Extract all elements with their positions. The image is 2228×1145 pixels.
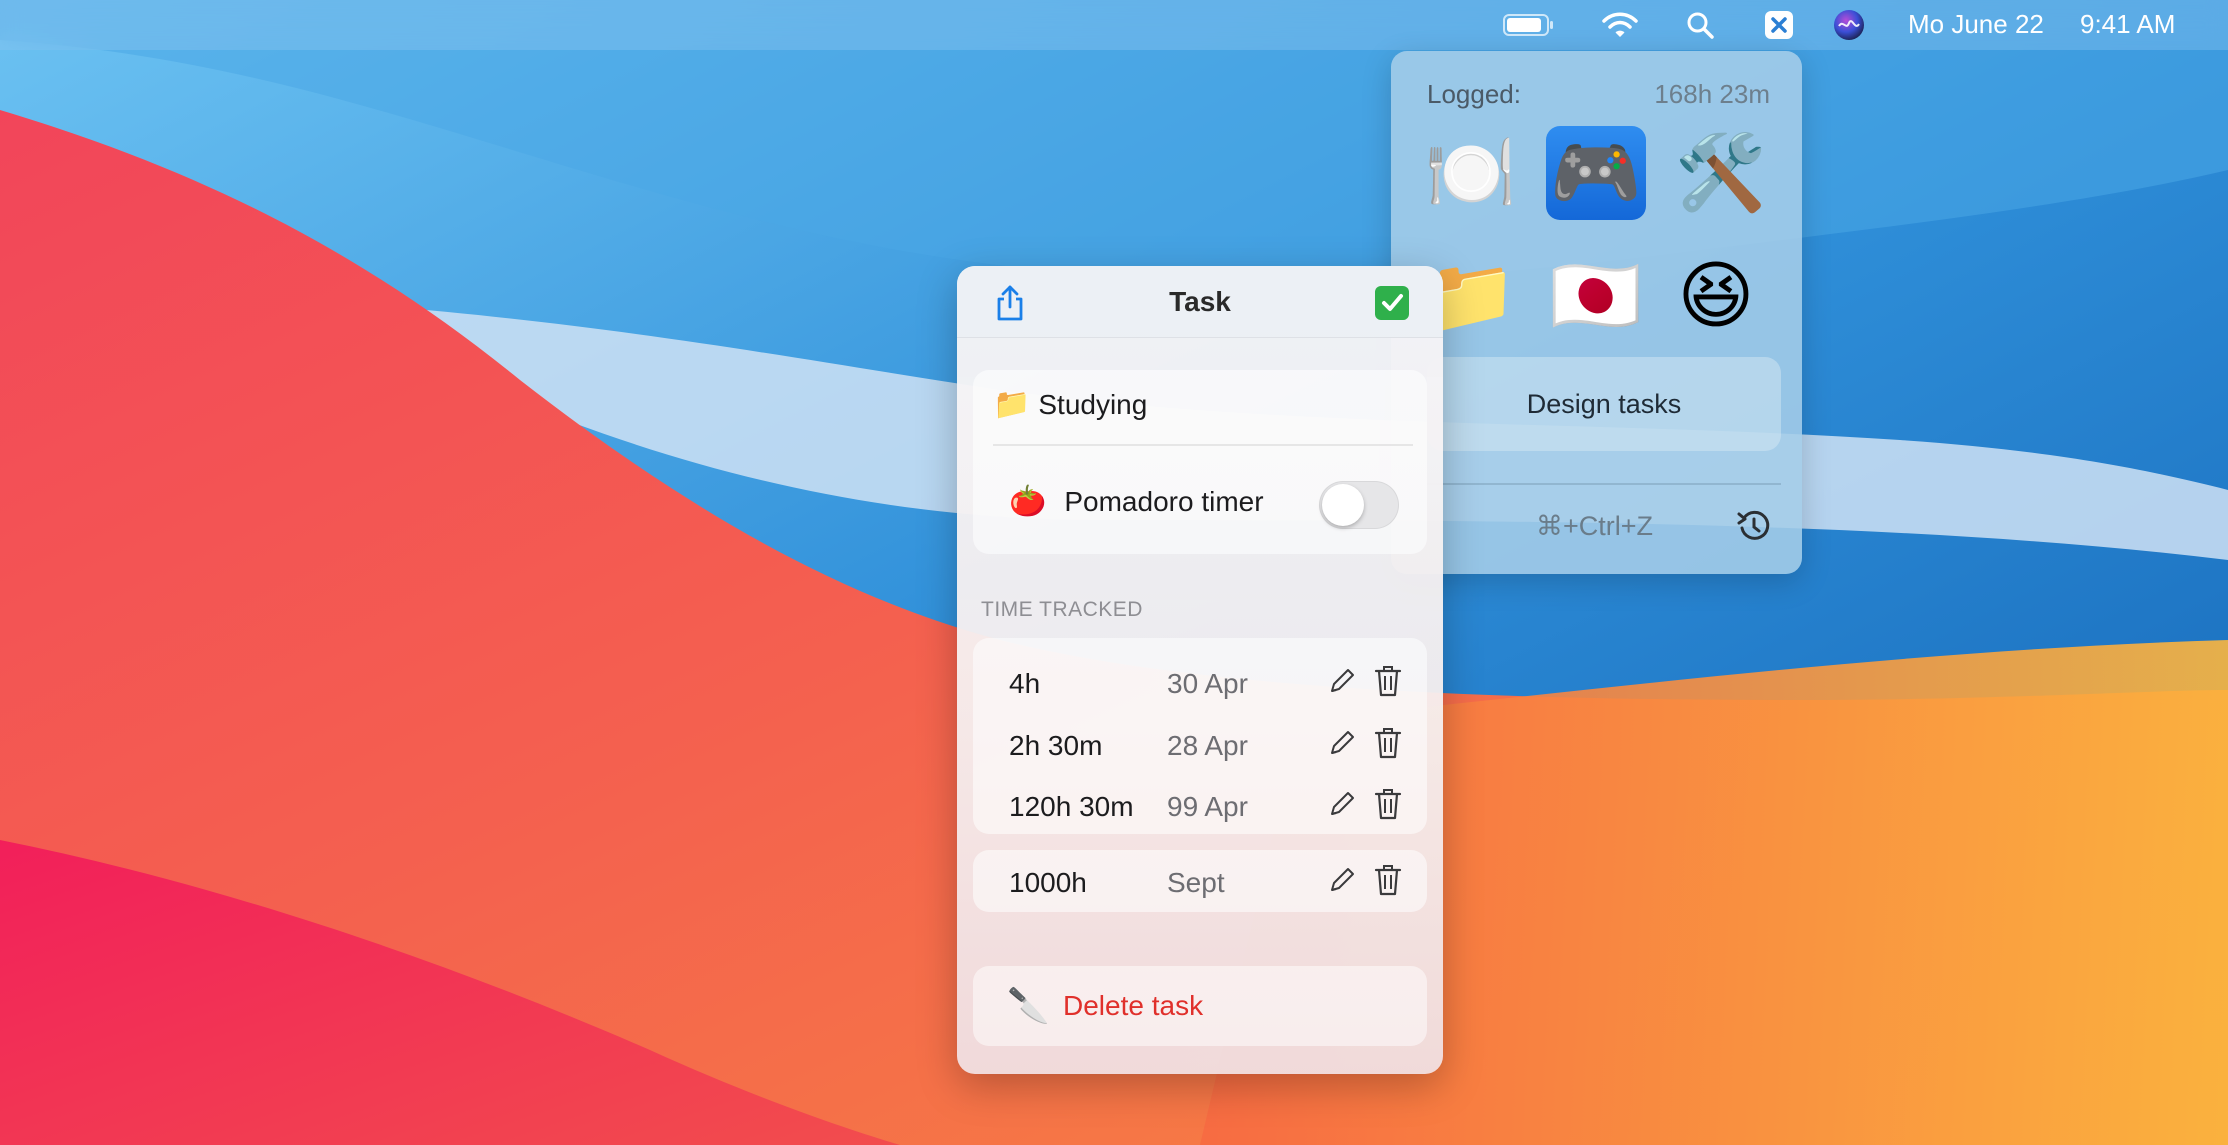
entry-date: Sept: [1167, 867, 1225, 898]
japan-flag-icon[interactable]: 🇯🇵: [1546, 249, 1646, 343]
menubar-date[interactable]: Mo June 22: [1908, 9, 2044, 40]
pencil-icon[interactable]: [1327, 666, 1357, 696]
logged-popover: Logged: 168h 23m 🍽️ 🎮 🛠️ 📁 🇯🇵 😆 Design t…: [1391, 51, 1802, 574]
entry-duration: 1000h: [1009, 867, 1087, 898]
menu-bar: Mo June 22 9:41 AM: [0, 0, 2228, 50]
pencil-icon[interactable]: [1327, 728, 1357, 758]
folder-name: Studying: [1038, 388, 1148, 420]
entry-date: 28 Apr: [1167, 730, 1248, 761]
section-title-time-tracked: TIME TRACKED: [981, 598, 1143, 621]
entry-date: 99 Apr: [1167, 791, 1248, 822]
search-icon[interactable]: [1682, 0, 1718, 50]
knife-icon: 🔪: [1007, 987, 1050, 1025]
trash-icon[interactable]: [1373, 664, 1403, 698]
time-entry-row: 1000h Sept: [957, 857, 1443, 907]
delete-task-button[interactable]: 🔪 Delete task: [973, 966, 1427, 1046]
history-icon[interactable]: [1736, 508, 1772, 544]
pencil-icon[interactable]: [1327, 789, 1357, 819]
pomodoro-toggle[interactable]: [1319, 481, 1399, 529]
tomato-icon: 🍅: [1009, 485, 1047, 518]
time-entry-row: 2h 30m 28 Apr: [957, 720, 1443, 770]
toggle-knob: [1322, 484, 1364, 526]
pencil-icon[interactable]: [1327, 865, 1357, 895]
menubar-time[interactable]: 9:41 AM: [2080, 9, 2175, 40]
trash-icon[interactable]: [1373, 863, 1403, 897]
trash-icon[interactable]: [1373, 726, 1403, 760]
task-title: Task: [1169, 286, 1231, 317]
fork-knife-plate-icon[interactable]: 🍽️: [1421, 126, 1521, 220]
hammer-wrench-icon[interactable]: 🛠️: [1671, 126, 1771, 220]
wifi-icon[interactable]: [1600, 0, 1640, 50]
divider: [1427, 483, 1781, 485]
folder-icon: 📁: [993, 388, 1031, 421]
done-check-icon[interactable]: [1375, 286, 1409, 320]
design-tasks-label: Design tasks: [1526, 388, 1682, 419]
entry-duration: 4h: [1009, 668, 1041, 699]
design-tasks-button[interactable]: Design tasks: [1427, 357, 1781, 451]
task-header: Task: [957, 266, 1443, 338]
delete-task-label: Delete task: [1063, 990, 1204, 1021]
task-detail-panel: Task 📁 Studying 🍅 Pomadoro timer TIME TR…: [957, 266, 1443, 1074]
time-entry-row: 4h 30 Apr: [957, 658, 1443, 708]
undo-shortcut: ⌘+Ctrl+Z: [1536, 511, 1654, 541]
pomodoro-label: Pomadoro timer: [1064, 485, 1264, 517]
trash-icon[interactable]: [1373, 787, 1403, 821]
laughing-face-icon[interactable]: 😆: [1666, 249, 1766, 343]
divider: [993, 444, 1413, 446]
logged-total: 168h 23m: [1654, 79, 1770, 109]
pomodoro-row: 🍅 Pomadoro timer: [1009, 484, 1264, 519]
game-controller-icon[interactable]: 🎮: [1546, 126, 1646, 220]
entry-date: 30 Apr: [1167, 668, 1248, 699]
entry-duration: 120h 30m: [1009, 791, 1134, 822]
logged-label: Logged:: [1427, 79, 1521, 109]
app-status-icon[interactable]: [1762, 0, 1796, 50]
time-entry-row: 120h 30m 99 Apr: [957, 781, 1443, 831]
battery-icon[interactable]: [1502, 0, 1556, 50]
entry-duration: 2h 30m: [1009, 730, 1103, 761]
folder-row[interactable]: 📁 Studying: [993, 387, 1147, 422]
siri-icon[interactable]: [1832, 0, 1866, 50]
